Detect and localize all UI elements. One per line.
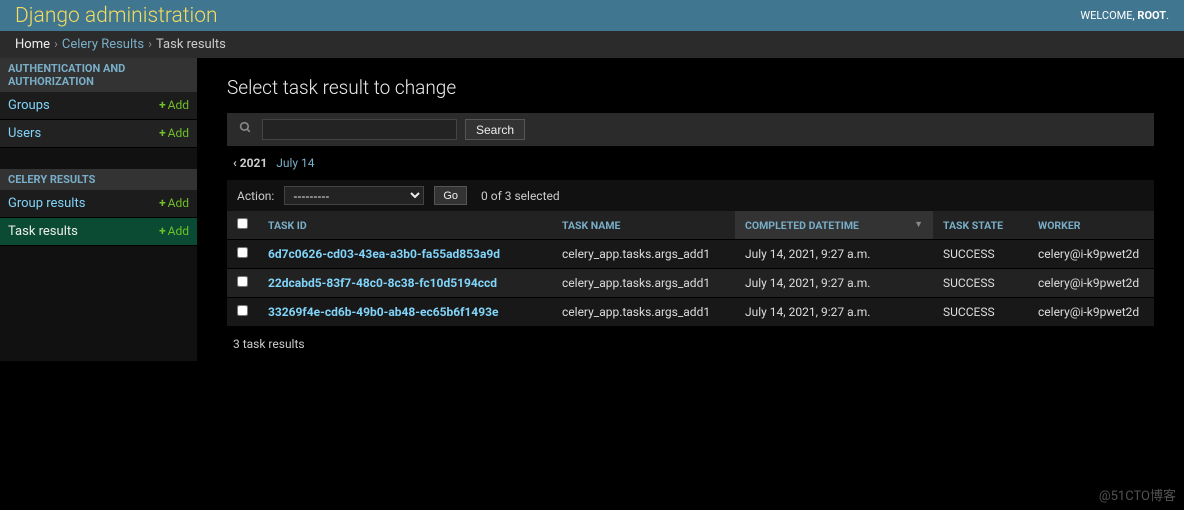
sidebar-item-task-results: Task results +Add <box>0 218 197 246</box>
task-name-cell: celery_app.tasks.args_add1 <box>552 269 735 298</box>
select-all-checkbox[interactable] <box>237 218 248 229</box>
row-checkbox[interactable] <box>237 276 248 287</box>
breadcrumb-home[interactable]: Home <box>15 37 50 52</box>
model-link-groups[interactable]: Groups <box>8 98 50 113</box>
col-header-task-state[interactable]: TASK STATE <box>933 211 1028 240</box>
task-state-cell: SUCCESS <box>933 298 1028 327</box>
task-id-link[interactable]: 33269f4e-cd6b-49b0-ab48-ec65b6f1493e <box>268 305 498 319</box>
task-datetime-cell: July 14, 2021, 9:27 a.m. <box>735 240 933 269</box>
plus-icon: + <box>159 224 166 238</box>
breadcrumb-sep: › <box>54 37 58 52</box>
model-link-task-results[interactable]: Task results <box>8 224 78 239</box>
task-worker-cell: celery@i-k9pwet2d <box>1028 298 1154 327</box>
task-id-link[interactable]: 6d7c0626-cd03-43ea-a3b0-fa55ad853a9d <box>268 247 500 261</box>
plus-icon: + <box>159 98 166 112</box>
col-header-task-id[interactable]: TASK ID <box>258 211 552 240</box>
add-task-results[interactable]: +Add <box>159 224 189 238</box>
task-name-cell: celery_app.tasks.args_add1 <box>552 298 735 327</box>
app-module-celery: CELERY RESULTS Group results +Add Task r… <box>0 169 197 246</box>
username[interactable]: ROOT <box>1137 9 1166 22</box>
result-table: TASK ID TASK NAME COMPLETED DATETIME▼ TA… <box>227 211 1154 327</box>
action-label: Action: <box>237 189 274 203</box>
task-name-cell: celery_app.tasks.args_add1 <box>552 240 735 269</box>
task-datetime-cell: July 14, 2021, 9:27 a.m. <box>735 269 933 298</box>
welcome-text: WELCOME, <box>1080 9 1134 22</box>
watermark: @51CTO博客 <box>1099 485 1176 504</box>
task-datetime-cell: July 14, 2021, 9:27 a.m. <box>735 298 933 327</box>
table-row: 6d7c0626-cd03-43ea-a3b0-fa55ad853a9d cele… <box>227 240 1154 269</box>
model-link-users[interactable]: Users <box>8 126 41 141</box>
add-group-results[interactable]: +Add <box>159 196 189 210</box>
task-id-link[interactable]: 22dcabd5-83f7-48c0-8c38-fc10d5194ccd <box>268 276 497 290</box>
model-link-group-results[interactable]: Group results <box>8 196 85 211</box>
app-caption-celery[interactable]: CELERY RESULTS <box>0 169 197 190</box>
add-groups[interactable]: +Add <box>159 98 189 112</box>
sort-desc-icon: ▼ <box>914 219 923 230</box>
task-state-cell: SUCCESS <box>933 269 1028 298</box>
table-row: 22dcabd5-83f7-48c0-8c38-fc10d5194ccd cele… <box>227 269 1154 298</box>
sidebar-item-groups: Groups +Add <box>0 92 197 120</box>
selection-counter: 0 of 3 selected <box>481 189 560 203</box>
breadcrumb-app[interactable]: Celery Results <box>62 37 144 52</box>
col-header-worker[interactable]: WORKER <box>1028 211 1154 240</box>
breadcrumb-sep: › <box>148 37 152 52</box>
date-current-link[interactable]: July 14 <box>276 156 314 170</box>
search-toolbar: Search <box>227 113 1154 146</box>
add-users[interactable]: +Add <box>159 126 189 140</box>
site-name[interactable]: Django administration <box>15 4 218 28</box>
app-caption-auth[interactable]: AUTHENTICATION AND AUTHORIZATION <box>0 58 197 92</box>
paginator: 3 task results <box>227 327 1154 361</box>
table-row: 33269f4e-cd6b-49b0-ab48-ec65b6f1493e cele… <box>227 298 1154 327</box>
plus-icon: + <box>159 196 166 210</box>
content: Select task result to change Search ‹ 20… <box>197 58 1184 361</box>
search-input[interactable] <box>262 119 457 140</box>
col-header-checkbox <box>227 211 258 240</box>
search-icon <box>239 121 252 138</box>
date-hierarchy: ‹ 2021 July 14 <box>227 146 1154 180</box>
nav-sidebar: AUTHENTICATION AND AUTHORIZATION Groups … <box>0 58 197 361</box>
col-header-task-name[interactable]: TASK NAME <box>552 211 735 240</box>
go-button[interactable]: Go <box>434 186 467 205</box>
page-title: Select task result to change <box>227 76 1154 99</box>
sidebar-item-users: Users +Add <box>0 120 197 148</box>
search-button[interactable]: Search <box>465 119 525 140</box>
app-module-auth: AUTHENTICATION AND AUTHORIZATION Groups … <box>0 58 197 148</box>
col-header-completed-datetime[interactable]: COMPLETED DATETIME▼ <box>735 211 933 240</box>
plus-icon: + <box>159 126 166 140</box>
task-worker-cell: celery@i-k9pwet2d <box>1028 240 1154 269</box>
breadcrumb-model: Task results <box>156 37 226 52</box>
action-select[interactable]: --------- <box>284 186 424 205</box>
sidebar-item-group-results: Group results +Add <box>0 190 197 218</box>
breadcrumb: Home › Celery Results › Task results <box>0 31 1184 58</box>
date-back-link[interactable]: ‹ 2021 <box>233 156 267 170</box>
task-worker-cell: celery@i-k9pwet2d <box>1028 269 1154 298</box>
task-state-cell: SUCCESS <box>933 240 1028 269</box>
actions-bar: Action: --------- Go 0 of 3 selected <box>227 180 1154 211</box>
user-tools: WELCOME, ROOT. <box>1080 9 1169 22</box>
header-bar: Django administration WELCOME, ROOT. <box>0 0 1184 31</box>
row-checkbox[interactable] <box>237 247 248 258</box>
row-checkbox[interactable] <box>237 305 248 316</box>
